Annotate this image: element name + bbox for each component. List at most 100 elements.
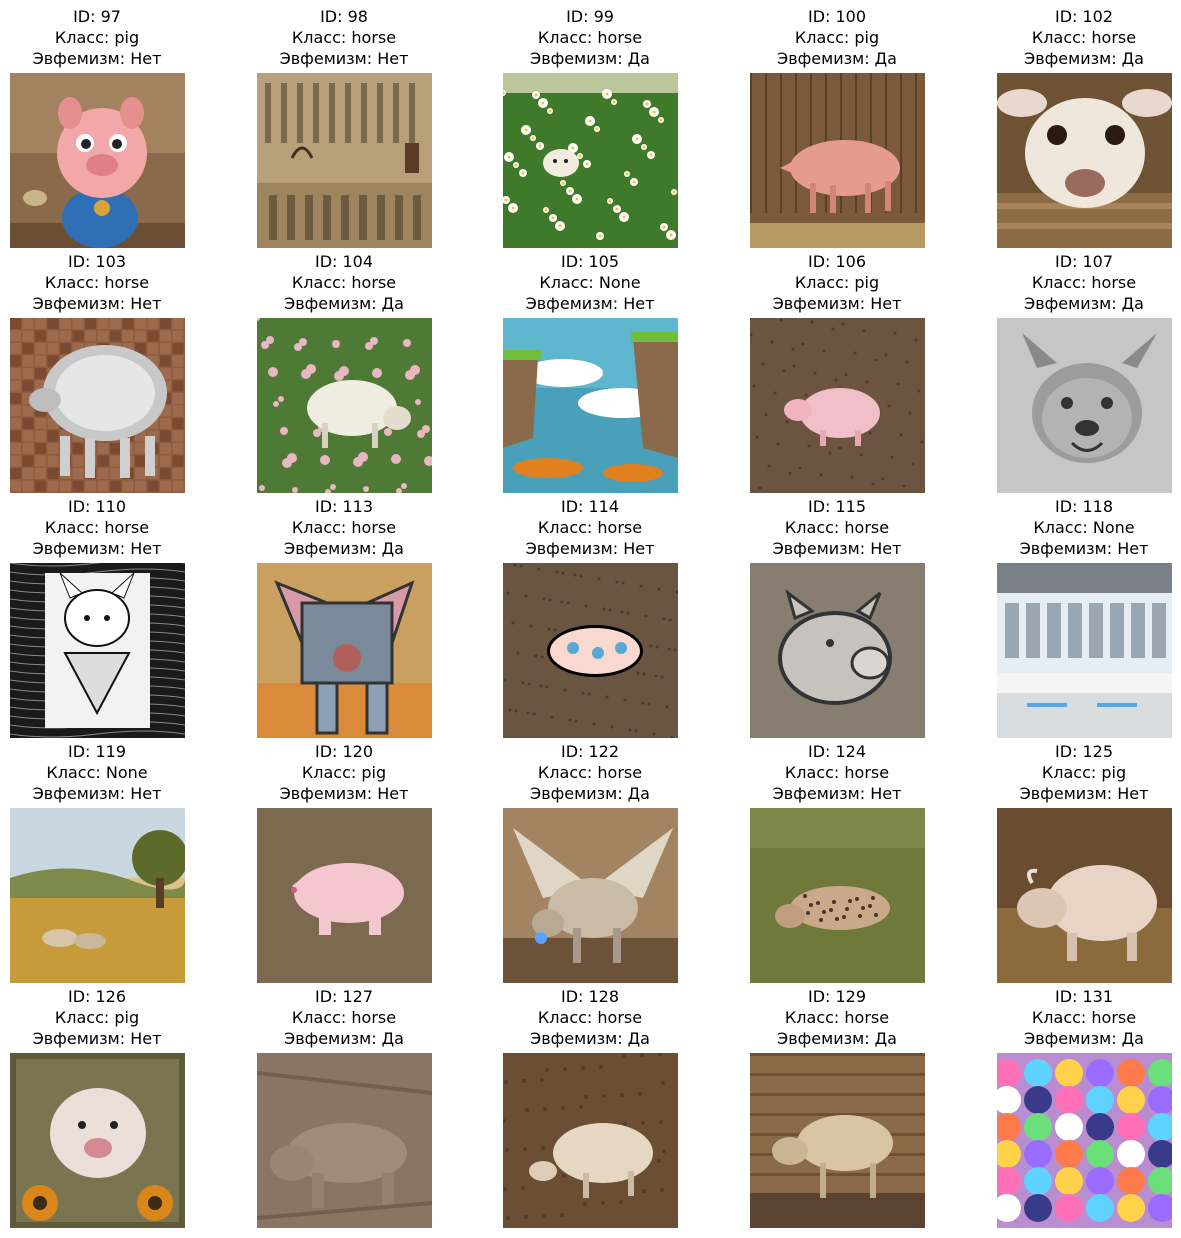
caption-id: ID: 118 bbox=[1054, 497, 1114, 516]
caption-euphemism: Эвфемизм: Да bbox=[1024, 1029, 1144, 1048]
cell-caption: ID: 114 Класс: horse Эвфемизм: Нет bbox=[495, 496, 685, 559]
grid-cell: ID: 97 Класс: pig Эвфемизм: Нет bbox=[2, 0, 192, 248]
grid-cell: ID: 100 Класс: pig Эвфемизм: Да bbox=[742, 0, 932, 248]
caption-euphemism: Эвфемизм: Да bbox=[1024, 294, 1144, 313]
caption-id: ID: 124 bbox=[807, 742, 867, 761]
caption-class: Класс: horse bbox=[291, 273, 397, 292]
caption-id: ID: 122 bbox=[560, 742, 620, 761]
cell-caption: ID: 125 Класс: pig Эвфемизм: Нет bbox=[989, 741, 1179, 804]
caption-class: Класс: horse bbox=[291, 518, 397, 537]
caption-id: ID: 129 bbox=[807, 987, 867, 1006]
cell-caption: ID: 124 Класс: horse Эвфемизм: Нет bbox=[742, 741, 932, 804]
caption-class: Класс: horse bbox=[784, 763, 890, 782]
caption-euphemism: Эвфемизм: Нет bbox=[32, 539, 162, 558]
cell-caption: ID: 99 Класс: horse Эвфемизм: Да bbox=[495, 6, 685, 69]
cell-caption: ID: 122 Класс: horse Эвфемизм: Да bbox=[495, 741, 685, 804]
thumbnail-image bbox=[9, 808, 185, 983]
grid-cell: ID: 113 Класс: horse Эвфемизм: Да bbox=[249, 490, 439, 738]
caption-class: Класс: horse bbox=[1031, 1008, 1137, 1027]
caption-class: Класс: pig bbox=[301, 763, 387, 782]
thumbnail-image bbox=[996, 318, 1172, 493]
caption-id: ID: 110 bbox=[67, 497, 127, 516]
thumbnail-image bbox=[749, 318, 925, 493]
thumbnail-image bbox=[502, 563, 678, 738]
thumbnail-image bbox=[502, 808, 678, 983]
grid-cell: ID: 114 Класс: horse Эвфемизм: Нет bbox=[495, 490, 685, 738]
grid-cell: ID: 102 Класс: horse Эвфемизм: Да bbox=[989, 0, 1179, 248]
thumbnail-image bbox=[256, 318, 432, 493]
caption-euphemism: Эвфемизм: Да bbox=[284, 294, 404, 313]
caption-id: ID: 119 bbox=[67, 742, 127, 761]
caption-id: ID: 127 bbox=[314, 987, 374, 1006]
grid-cell: ID: 126 Класс: pig Эвфемизм: Нет bbox=[2, 980, 192, 1228]
thumbnail-image bbox=[996, 73, 1172, 248]
caption-class: Класс: pig bbox=[794, 273, 880, 292]
caption-class: Класс: pig bbox=[794, 28, 880, 47]
caption-euphemism: Эвфемизм: Да bbox=[284, 539, 404, 558]
caption-id: ID: 100 bbox=[807, 7, 867, 26]
grid-cell: ID: 115 Класс: horse Эвфемизм: Нет bbox=[742, 490, 932, 738]
caption-id: ID: 104 bbox=[314, 252, 374, 271]
caption-id: ID: 99 bbox=[566, 7, 614, 26]
caption-class: Класс: horse bbox=[784, 518, 890, 537]
cell-caption: ID: 103 Класс: horse Эвфемизм: Нет bbox=[2, 251, 192, 314]
caption-class: Класс: pig bbox=[1041, 763, 1127, 782]
caption-class: Класс: horse bbox=[537, 1008, 643, 1027]
caption-id: ID: 125 bbox=[1054, 742, 1114, 761]
caption-euphemism: Эвфемизм: Да bbox=[530, 784, 650, 803]
caption-id: ID: 120 bbox=[314, 742, 374, 761]
cell-caption: ID: 118 Класс: None Эвфемизм: Нет bbox=[989, 496, 1179, 559]
thumbnail-image bbox=[502, 318, 678, 493]
caption-class: Класс: None bbox=[1033, 518, 1135, 537]
grid-cell: ID: 125 Класс: pig Эвфемизм: Нет bbox=[989, 735, 1179, 983]
caption-class: Класс: None bbox=[539, 273, 641, 292]
caption-class: Класс: horse bbox=[1031, 28, 1137, 47]
grid-cell: ID: 110 Класс: horse Эвфемизм: Нет bbox=[2, 490, 192, 738]
caption-euphemism: Эвфемизм: Нет bbox=[1019, 539, 1149, 558]
caption-euphemism: Эвфемизм: Нет bbox=[772, 539, 902, 558]
caption-euphemism: Эвфемизм: Да bbox=[284, 1029, 404, 1048]
thumbnail-image bbox=[9, 73, 185, 248]
caption-euphemism: Эвфемизм: Нет bbox=[279, 784, 409, 803]
caption-id: ID: 113 bbox=[314, 497, 374, 516]
thumbnail-image bbox=[9, 1053, 185, 1228]
grid-cell: ID: 107 Класс: horse Эвфемизм: Да bbox=[989, 245, 1179, 493]
cell-caption: ID: 115 Класс: horse Эвфемизм: Нет bbox=[742, 496, 932, 559]
cell-caption: ID: 129 Класс: horse Эвфемизм: Да bbox=[742, 986, 932, 1049]
caption-id: ID: 98 bbox=[320, 7, 368, 26]
caption-id: ID: 131 bbox=[1054, 987, 1114, 1006]
image-grid: ID: 97 Класс: pig Эвфемизм: Нет ID: 98 Клас… bbox=[0, 0, 1181, 1238]
grid-cell: ID: 104 Класс: horse Эвфемизм: Да bbox=[249, 245, 439, 493]
thumbnail-image bbox=[996, 808, 1172, 983]
caption-euphemism: Эвфемизм: Нет bbox=[525, 294, 655, 313]
cell-caption: ID: 131 Класс: horse Эвфемизм: Да bbox=[989, 986, 1179, 1049]
thumbnail-image bbox=[502, 1053, 678, 1228]
cell-caption: ID: 98 Класс: horse Эвфемизм: Нет bbox=[249, 6, 439, 69]
caption-class: Класс: horse bbox=[291, 1008, 397, 1027]
cell-caption: ID: 105 Класс: None Эвфемизм: Нет bbox=[495, 251, 685, 314]
caption-id: ID: 103 bbox=[67, 252, 127, 271]
caption-euphemism: Эвфемизм: Нет bbox=[279, 49, 409, 68]
cell-caption: ID: 100 Класс: pig Эвфемизм: Да bbox=[742, 6, 932, 69]
grid-cell: ID: 124 Класс: horse Эвфемизм: Нет bbox=[742, 735, 932, 983]
thumbnail-image bbox=[749, 73, 925, 248]
caption-class: Класс: pig bbox=[54, 1008, 140, 1027]
grid-cell: ID: 98 Класс: horse Эвфемизм: Нет bbox=[249, 0, 439, 248]
caption-euphemism: Эвфемизм: Нет bbox=[32, 784, 162, 803]
grid-cell: ID: 127 Класс: horse Эвфемизм: Да bbox=[249, 980, 439, 1228]
caption-id: ID: 97 bbox=[73, 7, 121, 26]
cell-caption: ID: 127 Класс: horse Эвфемизм: Да bbox=[249, 986, 439, 1049]
grid-cell: ID: 129 Класс: horse Эвфемизм: Да bbox=[742, 980, 932, 1228]
grid-cell: ID: 105 Класс: None Эвфемизм: Нет bbox=[495, 245, 685, 493]
caption-id: ID: 114 bbox=[560, 497, 620, 516]
grid-cell: ID: 119 Класс: None Эвфемизм: Нет bbox=[2, 735, 192, 983]
caption-class: Класс: horse bbox=[291, 28, 397, 47]
caption-id: ID: 106 bbox=[807, 252, 867, 271]
caption-euphemism: Эвфемизм: Нет bbox=[772, 294, 902, 313]
grid-cell: ID: 118 Класс: None Эвфемизм: Нет bbox=[989, 490, 1179, 738]
caption-id: ID: 107 bbox=[1054, 252, 1114, 271]
caption-class: Класс: pig bbox=[54, 28, 140, 47]
caption-euphemism: Эвфемизм: Нет bbox=[32, 294, 162, 313]
grid-cell: ID: 103 Класс: horse Эвфемизм: Нет bbox=[2, 245, 192, 493]
thumbnail-image bbox=[749, 563, 925, 738]
